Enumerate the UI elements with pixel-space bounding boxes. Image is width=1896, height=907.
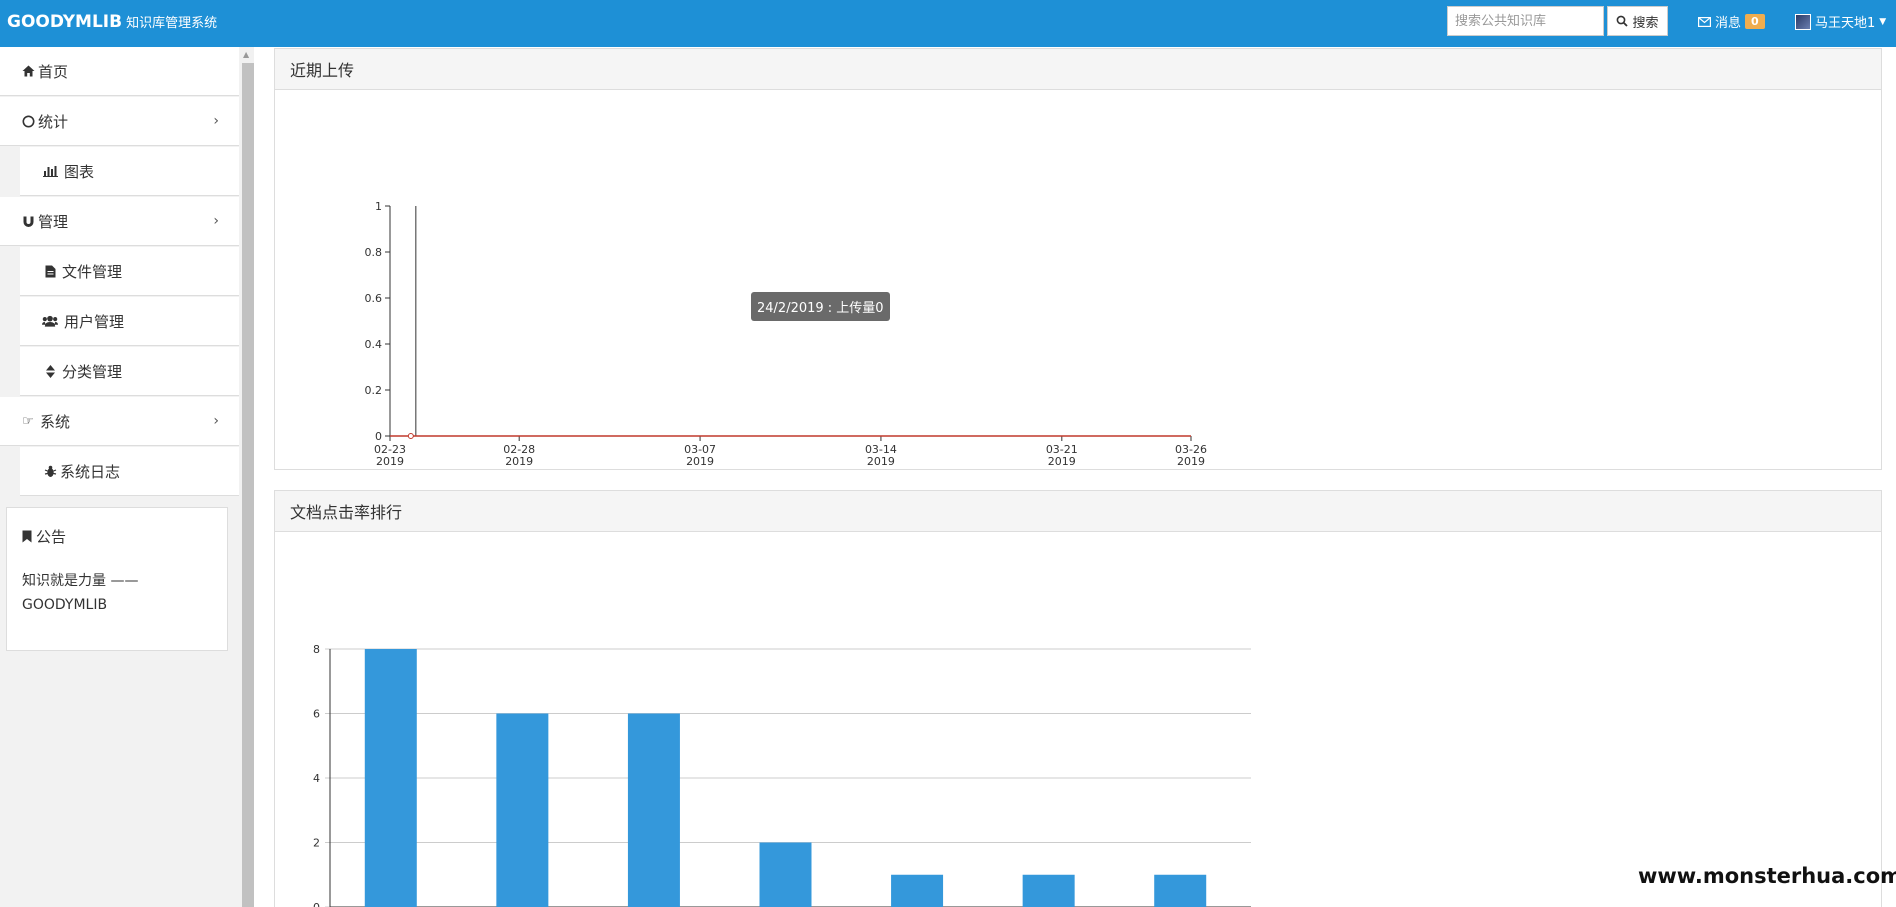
recent-uploads-title: 近期上传 (275, 49, 1881, 90)
search-button[interactable]: 搜索 (1607, 6, 1668, 36)
user-name: 马王天地1 (1815, 16, 1876, 31)
click-rank-title: 文档点击率排行 (275, 491, 1881, 532)
sidebar-item-label: 文件管理 (62, 262, 123, 281)
x-tick-label: 2019 (505, 455, 533, 468)
bar-chart-icon (42, 165, 58, 177)
sidebar-item-charts[interactable]: 图表 (20, 147, 239, 196)
x-tick-label: 2019 (1177, 455, 1205, 468)
y-tick-label: 0.6 (365, 292, 383, 305)
envelope-icon (1698, 16, 1711, 27)
top-navbar: GOODYMLIB知识库管理系统 搜索 消息 0 马王天地1 ▼ (0, 0, 1896, 47)
user-menu[interactable]: 马王天地1 ▼ (1795, 12, 1886, 31)
notice-title-text: 公告 (36, 528, 67, 546)
sidebar-scrollbar-thumb[interactable] (242, 63, 254, 907)
y-tick-label: 8 (313, 643, 320, 656)
sidebar-item-label: 管理 (38, 212, 69, 231)
home-icon (20, 65, 36, 77)
bar (1154, 874, 1207, 907)
bar (759, 842, 812, 907)
y-tick-label: 0.2 (365, 384, 383, 397)
data-point (407, 433, 414, 439)
brand-name: GOODYMLIB (7, 12, 123, 32)
magnet-icon (20, 215, 36, 228)
x-tick-label: 2019 (1048, 455, 1076, 468)
click-rank-chart: 0 2 4 6 8 (313, 643, 1251, 907)
chevron-right-icon: › (213, 113, 219, 129)
sidebar-item-label: 分类管理 (62, 362, 123, 381)
sidebar-item-label: 系统 (40, 412, 71, 431)
bar (1022, 874, 1075, 907)
sidebar-item-statistics[interactable]: 统计 › (0, 97, 239, 146)
click-rank-panel: 文档点击率排行 0 2 4 6 8 (274, 490, 1882, 907)
y-tick-label: 0 (375, 430, 382, 443)
sidebar-item-management[interactable]: 管理 › (0, 197, 239, 246)
sidebar-item-label: 系统日志 (60, 462, 121, 481)
y-tick-label: 2 (313, 837, 320, 850)
recent-uploads-chart: 00.20.40.60.8102-23201902-28201903-07201… (365, 200, 1207, 468)
sidebar-item-system[interactable]: ☞ 系统 › (0, 397, 239, 446)
x-tick-label: 2019 (686, 455, 714, 468)
recent-uploads-panel: 近期上传 0 0.2 0.4 0.6 0.8 1 02-23 2019 02-28 2019 03-… (274, 48, 1882, 470)
sidebar-item-label: 图表 (64, 162, 95, 181)
y-tick-label: 0.8 (365, 246, 383, 259)
sidebar-item-label: 用户管理 (64, 312, 125, 331)
avatar (1795, 13, 1811, 30)
chart-tooltip: 24/2/2019 : 上传量0 (751, 292, 890, 321)
search-input[interactable] (1447, 6, 1604, 36)
notice-box: 公告 知识就是力量 —— GOODYMLIB (6, 507, 228, 651)
watermark: www.monsterhua.com (1638, 864, 1896, 888)
users-icon (42, 315, 58, 327)
sidebar-item-home[interactable]: 首页 (0, 47, 239, 96)
bar (364, 649, 417, 907)
sidebar: 首页 统计 › 图表 管理 › 文件管理 用户管理 分类管理 ☞ 系统 › 系统… (0, 47, 240, 907)
brand-logo[interactable]: GOODYMLIB 知识库管理系统 (7, 12, 217, 32)
chevron-right-icon: › (213, 413, 219, 429)
file-icon (42, 265, 58, 278)
bar (627, 713, 680, 907)
x-tick-label: 2019 (867, 455, 895, 468)
sidebar-item-label: 统计 (38, 112, 69, 131)
sidebar-item-user-management[interactable]: 用户管理 (20, 297, 239, 346)
sidebar-item-category-management[interactable]: 分类管理 (20, 347, 239, 396)
messages-count-badge: 0 (1745, 14, 1765, 29)
messages-link[interactable]: 消息 0 (1698, 12, 1765, 31)
scroll-up-arrow-icon[interactable]: ▲ (243, 50, 249, 59)
messages-label: 消息 (1715, 16, 1742, 31)
brand-subtitle: 知识库管理系统 (126, 16, 218, 31)
sidebar-item-label: 首页 (38, 62, 69, 81)
circle-icon (20, 115, 36, 128)
x-tick-label: 2019 (376, 455, 404, 468)
hand-icon: ☞ (22, 413, 34, 429)
y-tick-label: 0 (313, 901, 320, 907)
sort-icon (42, 364, 58, 378)
search-icon (1617, 15, 1629, 27)
bug-icon (42, 465, 58, 478)
bookmark-icon (22, 530, 32, 543)
caret-down-icon: ▼ (1879, 16, 1887, 27)
y-tick-label: 0.4 (365, 338, 383, 351)
sidebar-item-file-management[interactable]: 文件管理 (20, 247, 239, 296)
bar (496, 713, 549, 907)
notice-line-1: 知识就是力量 —— (22, 573, 139, 589)
y-tick-label: 4 (313, 772, 320, 785)
search-button-label: 搜索 (1632, 15, 1659, 31)
notice-line-2: GOODYMLIB (22, 597, 108, 613)
bar (891, 874, 944, 907)
notice-title: 公告 (22, 526, 212, 547)
y-tick-label: 6 (313, 708, 320, 721)
sidebar-item-system-log[interactable]: 系统日志 (20, 447, 239, 496)
chevron-right-icon: › (213, 213, 219, 229)
notice-body: 知识就是力量 —— GOODYMLIB (22, 569, 212, 617)
y-tick-label: 1 (375, 200, 382, 213)
